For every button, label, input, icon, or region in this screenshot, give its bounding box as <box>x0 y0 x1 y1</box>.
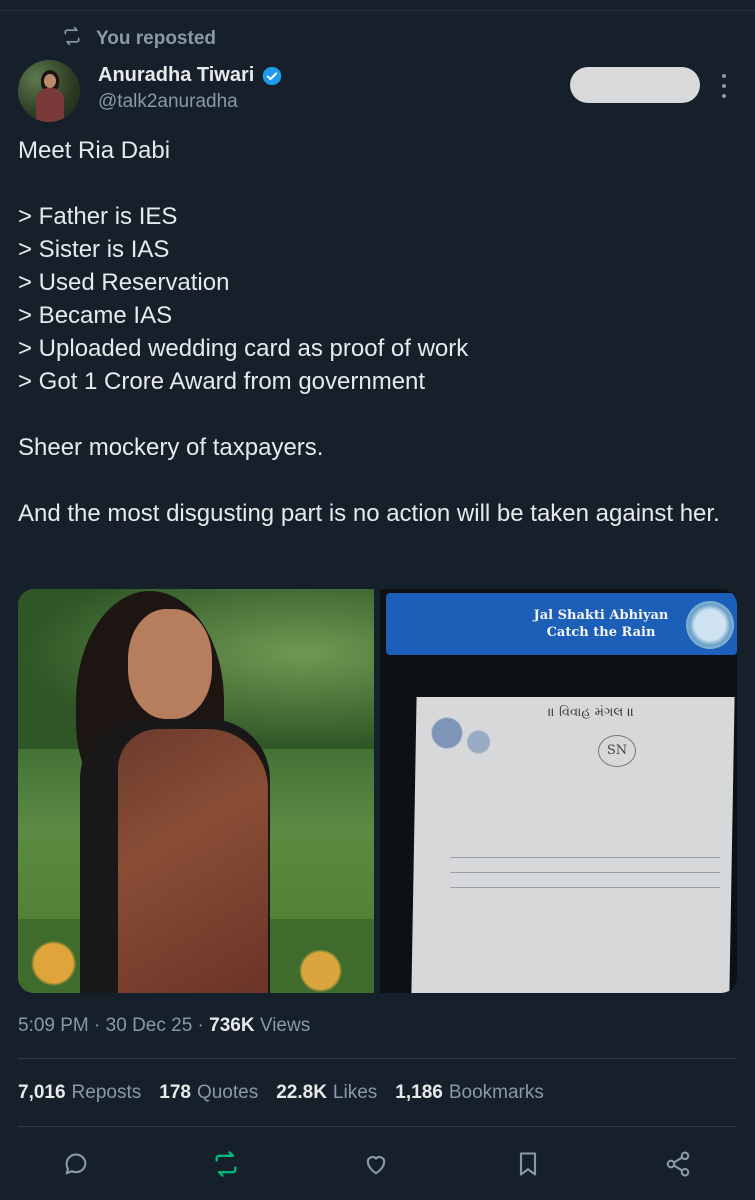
card-title: ॥ વિવાહ મંગલ ॥ <box>548 705 635 720</box>
tweet-line: > Got 1 Crore Award from government <box>18 368 426 395</box>
tweet-line: > Sister is IAS <box>18 236 170 263</box>
repost-button[interactable] <box>210 1148 242 1180</box>
media-photo-portrait[interactable] <box>18 589 374 993</box>
share-button[interactable] <box>662 1148 694 1180</box>
repost-context[interactable]: You reposted <box>62 26 216 52</box>
author-name[interactable]: Anuradha Tiwari <box>98 64 254 87</box>
media-photo-wedding-card[interactable]: Jal Shakti Abhiyan Catch the Rain ॥ વિવા… <box>380 589 737 993</box>
card-lines <box>450 857 720 902</box>
reply-button[interactable] <box>60 1148 92 1180</box>
tweet-line: > Father is IES <box>18 203 178 230</box>
divider <box>18 1126 737 1127</box>
tweet-date: 30 Dec 25 <box>105 1015 193 1036</box>
divider <box>18 1058 737 1059</box>
tweet-timestamp[interactable]: 5:09 PM · 30 Dec 25 · 736K Views <box>18 1015 310 1037</box>
views-count: 736K <box>209 1015 255 1036</box>
stat-reposts[interactable]: 7,016 Reposts <box>18 1082 141 1104</box>
views-label: Views <box>259 1015 311 1036</box>
verified-badge-icon <box>263 66 282 85</box>
stat-bookmarks[interactable]: 1,186 Bookmarks <box>395 1082 544 1104</box>
repost-icon <box>215 1151 237 1177</box>
bookmark-icon <box>519 1152 537 1176</box>
reply-icon <box>65 1153 87 1175</box>
banner-line2: Catch the Rain <box>546 625 656 640</box>
campaign-logo-icon <box>686 601 734 649</box>
share-icon <box>666 1151 690 1177</box>
banner-line1: Jal Shakti Abhiyan <box>533 608 669 623</box>
floral-decoration <box>420 709 510 769</box>
tweet-line: > Uploaded wedding card as proof of work <box>18 335 469 362</box>
campaign-banner: Jal Shakti Abhiyan Catch the Rain <box>386 593 737 655</box>
bookmark-button[interactable] <box>512 1148 544 1180</box>
avatar[interactable] <box>18 60 80 122</box>
like-icon <box>366 1156 386 1175</box>
tweet-line: Sheer mockery of taxpayers. <box>18 434 324 461</box>
stat-quotes[interactable]: 178 Quotes <box>159 1082 258 1104</box>
author-block[interactable]: Anuradha Tiwari @talk2anuradha <box>98 64 282 113</box>
action-bar <box>0 1144 755 1184</box>
media-grid: Jal Shakti Abhiyan Catch the Rain ॥ વિવા… <box>18 589 737 993</box>
repost-icon <box>62 26 82 52</box>
like-button[interactable] <box>360 1148 392 1180</box>
follow-button[interactable] <box>570 67 700 103</box>
top-divider <box>0 10 755 11</box>
author-handle[interactable]: @talk2anuradha <box>98 91 282 113</box>
tweet-line: > Became IAS <box>18 302 173 329</box>
card-monogram: SN <box>598 735 636 767</box>
more-options-icon[interactable] <box>716 74 732 98</box>
tweet-line: Meet Ria Dabi <box>18 137 171 164</box>
stat-likes[interactable]: 22.8K Likes <box>276 1082 377 1104</box>
tweet-line: And the most disgusting part is no actio… <box>18 500 720 527</box>
engagement-stats: 7,016 Reposts 178 Quotes 22.8K Likes 1,186 B… <box>18 1082 544 1104</box>
tweet-text: Meet Ria Dabi > Father is IES > Sister i… <box>18 134 738 530</box>
tweet-time: 5:09 PM <box>18 1015 89 1036</box>
repost-label: You reposted <box>96 28 216 49</box>
tweet-line: > Used Reservation <box>18 269 230 296</box>
